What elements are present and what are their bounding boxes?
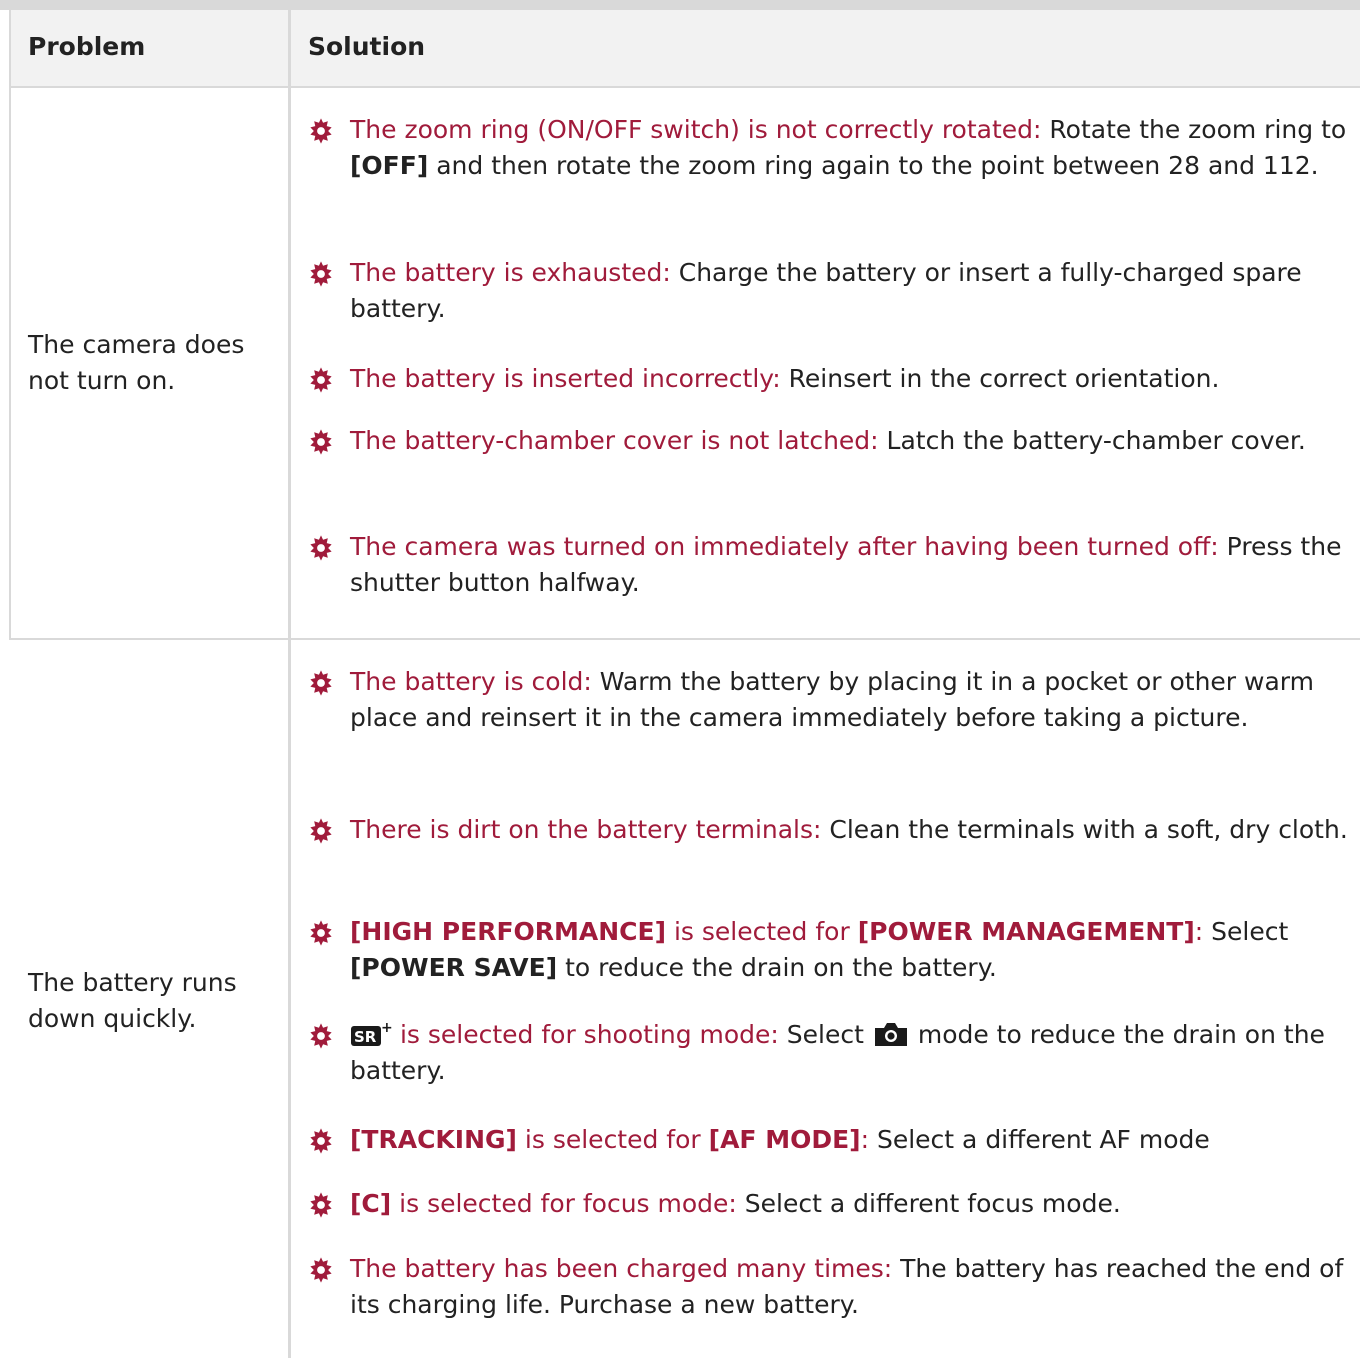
list-item: [HIGH PERFORMANCE] is selected for [POWE… [308, 914, 1348, 986]
svg-text:+: + [381, 1020, 392, 1036]
list-item: The camera was turned on immediately aft… [308, 529, 1348, 601]
list-item: There is dirt on the battery terminals: … [308, 812, 1348, 848]
cause-text: : [860, 1125, 870, 1154]
troubleshooting-table: Problem Solution The camera does not tur… [0, 0, 1360, 1358]
solution-text: Select a different focus mode. [736, 1189, 1121, 1218]
cause-bold: [AF MODE] [708, 1125, 861, 1154]
solution-bold: [POWER SAVE] [350, 953, 558, 982]
list-item: The battery-chamber cover is not latched… [308, 423, 1348, 459]
column-divider [288, 10, 291, 86]
list-item: The battery is cold: Warm the battery by… [308, 664, 1348, 736]
gear-icon [308, 1192, 334, 1218]
list-item: The zoom ring (ON/OFF switch) is not cor… [308, 112, 1348, 184]
table-header [10, 10, 1360, 88]
row-divider [9, 638, 1360, 640]
cause-text: The battery is cold: [350, 667, 592, 696]
gear-icon [308, 118, 334, 144]
cause-bold: [POWER MANAGEMENT] [857, 917, 1195, 946]
gear-icon [308, 670, 334, 696]
problem-cell: The camera does not turn on. [28, 330, 245, 395]
cause-text: is selected for shooting mode: [392, 1020, 779, 1049]
cause-text: The battery has been charged many times: [350, 1254, 893, 1283]
cause-text: is selected for focus mode: [391, 1189, 737, 1218]
cause-text: The battery is inserted incorrectly: [350, 364, 781, 393]
cause-bold: [C] [350, 1189, 392, 1218]
list-item: The battery is inserted incorrectly: Rei… [308, 361, 1348, 397]
sr-plus-icon: SR + [351, 1020, 392, 1046]
solution-bold: [OFF] [350, 151, 429, 180]
cause-text: The camera was turned on immediately aft… [350, 532, 1219, 561]
cause-text: is selected for [516, 1125, 709, 1154]
list-item: SR + is selected for shooting mode: Selec… [308, 1017, 1348, 1089]
solution-text: Select a different AF mode [869, 1125, 1210, 1154]
solution-text: Select [1203, 917, 1289, 946]
solution-text: Latch the battery-chamber cover. [878, 426, 1306, 455]
svg-text:SR: SR [354, 1028, 377, 1046]
list-item: The battery has been charged many times:… [308, 1251, 1348, 1323]
list-item: The battery is exhausted: Charge the bat… [308, 255, 1348, 327]
solution-text: Rotate the zoom ring to [1041, 115, 1347, 144]
column-divider [288, 88, 291, 1358]
gear-icon [308, 1023, 334, 1049]
cause-text: The zoom ring (ON/OFF switch) is not cor… [350, 115, 1042, 144]
header-solution: Solution [308, 32, 426, 61]
solution-text: to reduce the drain on the battery. [557, 953, 997, 982]
list-item: [TRACKING] is selected for [AF MODE]: Se… [308, 1122, 1348, 1158]
cause-text: The battery is exhausted: [350, 258, 671, 287]
header-problem: Problem [28, 32, 146, 61]
cause-text: The battery-chamber cover is not latched… [350, 426, 879, 455]
cause-bold: [HIGH PERFORMANCE] [350, 917, 667, 946]
gear-icon [308, 261, 334, 287]
cause-text: : [1194, 917, 1204, 946]
cause-text: There is dirt on the battery terminals: [350, 815, 822, 844]
table-top-border [0, 0, 1360, 10]
camera-icon [874, 1023, 907, 1046]
list-item: [C] is selected for focus mode: Select a… [308, 1186, 1348, 1222]
gear-icon [308, 818, 334, 844]
gear-icon [308, 429, 334, 455]
solution-text: and then rotate the zoom ring again to t… [428, 151, 1319, 180]
gear-icon [308, 920, 334, 946]
solution-text: Select [778, 1020, 872, 1049]
gear-icon [308, 535, 334, 561]
gear-icon [308, 367, 334, 393]
cause-bold: [TRACKING] [350, 1125, 517, 1154]
gear-icon [308, 1257, 334, 1283]
problem-cell: The battery runs down quickly. [28, 968, 237, 1033]
gear-icon [308, 1128, 334, 1154]
solution-text: Reinsert in the correct orientation. [780, 364, 1220, 393]
cause-text: is selected for [666, 917, 858, 946]
solution-text: Clean the terminals with a soft, dry clo… [821, 815, 1348, 844]
table-left-border [9, 10, 11, 640]
